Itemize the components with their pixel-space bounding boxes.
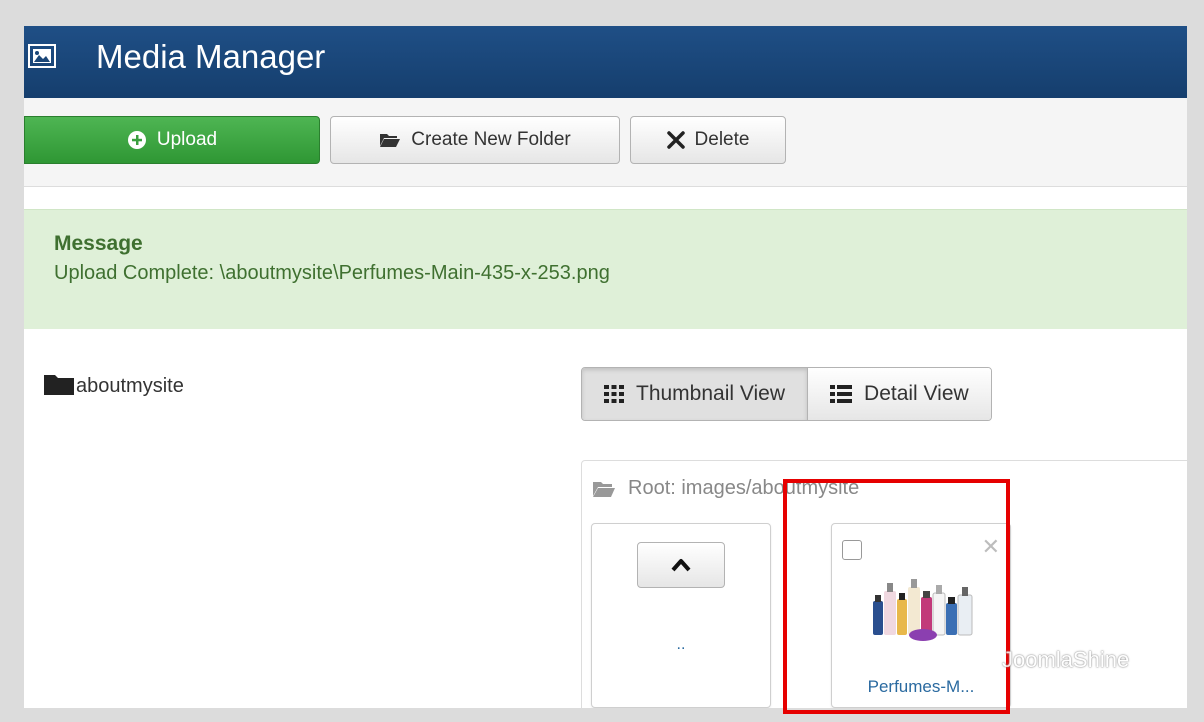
create-folder-label: Create New Folder (411, 129, 571, 150)
message-text: Upload Complete: \aboutmysite\Perfumes-M… (54, 262, 610, 284)
file-select-checkbox[interactable] (842, 540, 862, 560)
folder-tree-item-aboutmysite[interactable]: aboutmysite (44, 373, 184, 398)
upload-button-label: Upload (156, 129, 218, 150)
create-folder-button[interactable]: Create New Folder (330, 116, 620, 164)
watermark-text: JoomlaShine (1002, 647, 1130, 672)
tab-thumbnail-label: Thumbnail View (636, 382, 786, 405)
tab-detail-view[interactable]: Detail View (808, 368, 991, 420)
folder-tree-label: aboutmysite (76, 375, 184, 397)
success-message: Message Upload Complete: \aboutmysite\Pe… (24, 209, 1187, 329)
list-icon (830, 385, 853, 403)
file-thumbnail[interactable]: ✕ Perfumes-M... (831, 523, 1011, 708)
message-heading: Message (54, 232, 143, 255)
grid-icon (604, 385, 624, 403)
breadcrumb: Root: images/aboutmysite (592, 477, 859, 500)
parent-folder-item[interactable]: .. (591, 523, 771, 708)
media-manager-window: Media Manager Upload Create New Folder D… (24, 26, 1187, 708)
chevron-up-icon (671, 559, 691, 572)
plus-circle-icon (127, 131, 146, 149)
close-icon (666, 131, 685, 149)
tab-thumbnail-view[interactable]: Thumbnail View (582, 368, 809, 420)
delete-button[interactable]: Delete (630, 116, 786, 164)
perfume-bottles-image (873, 579, 973, 641)
upload-button[interactable]: Upload (24, 116, 320, 164)
image-icon (28, 44, 56, 68)
delete-label: Delete (694, 129, 750, 150)
view-toggle: Thumbnail View Detail View (581, 367, 992, 421)
delete-file-icon[interactable]: ✕ (982, 534, 1000, 560)
page-header: Media Manager (24, 26, 1187, 98)
file-name-link[interactable]: Perfumes-M... (832, 677, 1010, 697)
folder-open-icon (593, 481, 615, 497)
breadcrumb-path: Root: images/aboutmysite (628, 477, 860, 499)
folder-icon (44, 375, 74, 395)
joomlashine-watermark: JoomlaShine (960, 640, 1129, 680)
toolbar: Upload Create New Folder Delete (24, 98, 1187, 187)
folder-open-icon (380, 134, 401, 147)
tab-detail-label: Detail View (864, 382, 969, 405)
page-title: Media Manager (96, 38, 326, 75)
folder-up-button[interactable] (637, 542, 725, 588)
joomlashine-logo-icon (963, 644, 997, 679)
parent-folder-link[interactable]: .. (592, 636, 770, 654)
